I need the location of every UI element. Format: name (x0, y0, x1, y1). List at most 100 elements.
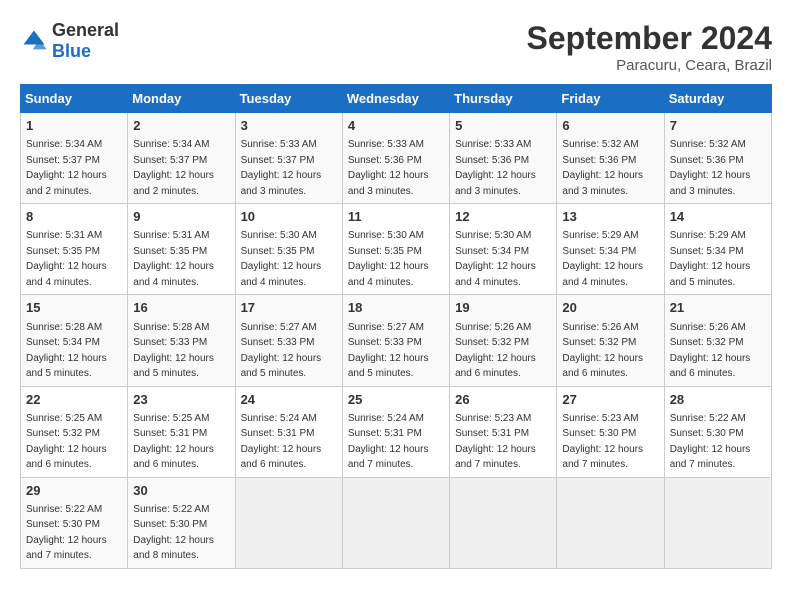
day-info: Sunrise: 5:23 AMSunset: 5:31 PMDaylight:… (455, 413, 536, 471)
table-row: 3 Sunrise: 5:33 AMSunset: 5:37 PMDaylight… (235, 113, 342, 204)
day-number: 18 (348, 299, 444, 317)
title-block: September 2024 Paracuru, Ceara, Brazil (527, 20, 772, 74)
day-info: Sunrise: 5:32 AMSunset: 5:36 PMDaylight:… (562, 139, 643, 197)
day-number: 10 (241, 208, 337, 226)
table-row: 1Sunrise: 5:34 AMSunset: 5:37 PMDaylight… (21, 113, 128, 204)
calendar-week-2: 8 Sunrise: 5:31 AMSunset: 5:35 PMDaylight… (21, 204, 772, 295)
col-thursday: Thursday (450, 85, 557, 113)
table-row: 23Sunrise: 5:25 AMSunset: 5:31 PMDayligh… (128, 386, 235, 477)
day-info: Sunrise: 5:33 AMSunset: 5:36 PMDaylight:… (348, 139, 429, 197)
page-header: General Blue September 2024 Paracuru, Ce… (20, 20, 772, 74)
day-number: 21 (670, 299, 766, 317)
table-row: 30 Sunrise: 5:22 AMSunset: 5:30 PMDayligh… (128, 477, 235, 568)
day-number: 16 (133, 299, 229, 317)
day-info: Sunrise: 5:22 AMSunset: 5:30 PMDaylight:… (133, 504, 214, 562)
table-row: 14 Sunrise: 5:29 AMSunset: 5:34 PMDayligh… (664, 204, 771, 295)
calendar-table: Sunday Monday Tuesday Wednesday Thursday… (20, 84, 772, 569)
table-row: 7Sunrise: 5:32 AMSunset: 5:36 PMDaylight… (664, 113, 771, 204)
day-number: 25 (348, 391, 444, 409)
day-info: Sunrise: 5:34 AMSunset: 5:37 PMDaylight:… (133, 139, 214, 197)
table-row: 16 Sunrise: 5:28 AMSunset: 5:33 PMDayligh… (128, 295, 235, 386)
day-info: Sunrise: 5:31 AMSunset: 5:35 PMDaylight:… (133, 230, 214, 288)
logo-icon (20, 27, 48, 55)
day-number: 26 (455, 391, 551, 409)
table-row: 5 Sunrise: 5:33 AMSunset: 5:36 PMDaylight… (450, 113, 557, 204)
day-number: 9 (133, 208, 229, 226)
day-number: 11 (348, 208, 444, 226)
table-row: 20 Sunrise: 5:26 AMSunset: 5:32 PMDayligh… (557, 295, 664, 386)
table-row (664, 477, 771, 568)
table-row: 28Sunrise: 5:22 AMSunset: 5:30 PMDayligh… (664, 386, 771, 477)
table-row: 17 Sunrise: 5:27 AMSunset: 5:33 PMDayligh… (235, 295, 342, 386)
logo: General Blue (20, 20, 119, 62)
day-number: 14 (670, 208, 766, 226)
day-number: 27 (562, 391, 658, 409)
day-info: Sunrise: 5:32 AMSunset: 5:36 PMDaylight:… (670, 139, 751, 197)
day-number: 24 (241, 391, 337, 409)
day-info: Sunrise: 5:27 AMSunset: 5:33 PMDaylight:… (241, 322, 322, 380)
day-number: 4 (348, 117, 444, 135)
table-row: 29Sunrise: 5:22 AMSunset: 5:30 PMDayligh… (21, 477, 128, 568)
col-sunday: Sunday (21, 85, 128, 113)
day-number: 20 (562, 299, 658, 317)
day-info: Sunrise: 5:24 AMSunset: 5:31 PMDaylight:… (348, 413, 429, 471)
day-info: Sunrise: 5:28 AMSunset: 5:33 PMDaylight:… (133, 322, 214, 380)
col-wednesday: Wednesday (342, 85, 449, 113)
day-info: Sunrise: 5:30 AMSunset: 5:35 PMDaylight:… (348, 230, 429, 288)
table-row: 4 Sunrise: 5:33 AMSunset: 5:36 PMDaylight… (342, 113, 449, 204)
col-friday: Friday (557, 85, 664, 113)
logo-wordmark: General Blue (52, 20, 119, 62)
day-number: 5 (455, 117, 551, 135)
table-row (235, 477, 342, 568)
table-row: 22 Sunrise: 5:25 AMSunset: 5:32 PMDayligh… (21, 386, 128, 477)
day-info: Sunrise: 5:24 AMSunset: 5:31 PMDaylight:… (241, 413, 322, 471)
day-info: Sunrise: 5:25 AMSunset: 5:31 PMDaylight:… (133, 413, 214, 471)
day-info: Sunrise: 5:30 AMSunset: 5:35 PMDaylight:… (241, 230, 322, 288)
table-row: 13Sunrise: 5:29 AMSunset: 5:34 PMDayligh… (557, 204, 664, 295)
table-row (342, 477, 449, 568)
table-row: 26 Sunrise: 5:23 AMSunset: 5:31 PMDayligh… (450, 386, 557, 477)
day-info: Sunrise: 5:22 AMSunset: 5:30 PMDaylight:… (670, 413, 751, 471)
day-number: 30 (133, 482, 229, 500)
col-monday: Monday (128, 85, 235, 113)
calendar-week-1: 1Sunrise: 5:34 AMSunset: 5:37 PMDaylight… (21, 113, 772, 204)
day-number: 19 (455, 299, 551, 317)
table-row: 8 Sunrise: 5:31 AMSunset: 5:35 PMDaylight… (21, 204, 128, 295)
calendar-header-row: Sunday Monday Tuesday Wednesday Thursday… (21, 85, 772, 113)
logo-blue: Blue (52, 41, 91, 61)
day-info: Sunrise: 5:29 AMSunset: 5:34 PMDaylight:… (562, 230, 643, 288)
day-info: Sunrise: 5:34 AMSunset: 5:37 PMDaylight:… (26, 139, 107, 197)
day-number: 15 (26, 299, 122, 317)
day-info: Sunrise: 5:23 AMSunset: 5:30 PMDaylight:… (562, 413, 643, 471)
table-row: 15Sunrise: 5:28 AMSunset: 5:34 PMDayligh… (21, 295, 128, 386)
table-row: 6 Sunrise: 5:32 AMSunset: 5:36 PMDaylight… (557, 113, 664, 204)
table-row: 10 Sunrise: 5:30 AMSunset: 5:35 PMDayligh… (235, 204, 342, 295)
col-saturday: Saturday (664, 85, 771, 113)
day-info: Sunrise: 5:33 AMSunset: 5:37 PMDaylight:… (241, 139, 322, 197)
table-row: 27 Sunrise: 5:23 AMSunset: 5:30 PMDayligh… (557, 386, 664, 477)
day-info: Sunrise: 5:25 AMSunset: 5:32 PMDaylight:… (26, 413, 107, 471)
table-row: 2Sunrise: 5:34 AMSunset: 5:37 PMDaylight… (128, 113, 235, 204)
calendar-week-5: 29Sunrise: 5:22 AMSunset: 5:30 PMDayligh… (21, 477, 772, 568)
month-title: September 2024 (527, 20, 772, 57)
col-tuesday: Tuesday (235, 85, 342, 113)
day-info: Sunrise: 5:29 AMSunset: 5:34 PMDaylight:… (670, 230, 751, 288)
table-row: 9 Sunrise: 5:31 AMSunset: 5:35 PMDaylight… (128, 204, 235, 295)
day-number: 12 (455, 208, 551, 226)
day-number: 17 (241, 299, 337, 317)
day-info: Sunrise: 5:33 AMSunset: 5:36 PMDaylight:… (455, 139, 536, 197)
day-number: 3 (241, 117, 337, 135)
table-row: 24 Sunrise: 5:24 AMSunset: 5:31 PMDayligh… (235, 386, 342, 477)
table-row: 18 Sunrise: 5:27 AMSunset: 5:33 PMDayligh… (342, 295, 449, 386)
table-row: 21 Sunrise: 5:26 AMSunset: 5:32 PMDayligh… (664, 295, 771, 386)
day-info: Sunrise: 5:31 AMSunset: 5:35 PMDaylight:… (26, 230, 107, 288)
table-row: 25 Sunrise: 5:24 AMSunset: 5:31 PMDayligh… (342, 386, 449, 477)
day-number: 6 (562, 117, 658, 135)
table-row: 11 Sunrise: 5:30 AMSunset: 5:35 PMDayligh… (342, 204, 449, 295)
day-info: Sunrise: 5:27 AMSunset: 5:33 PMDaylight:… (348, 322, 429, 380)
day-info: Sunrise: 5:26 AMSunset: 5:32 PMDaylight:… (562, 322, 643, 380)
day-number: 8 (26, 208, 122, 226)
day-info: Sunrise: 5:26 AMSunset: 5:32 PMDaylight:… (670, 322, 751, 380)
day-number: 22 (26, 391, 122, 409)
table-row: 12Sunrise: 5:30 AMSunset: 5:34 PMDayligh… (450, 204, 557, 295)
